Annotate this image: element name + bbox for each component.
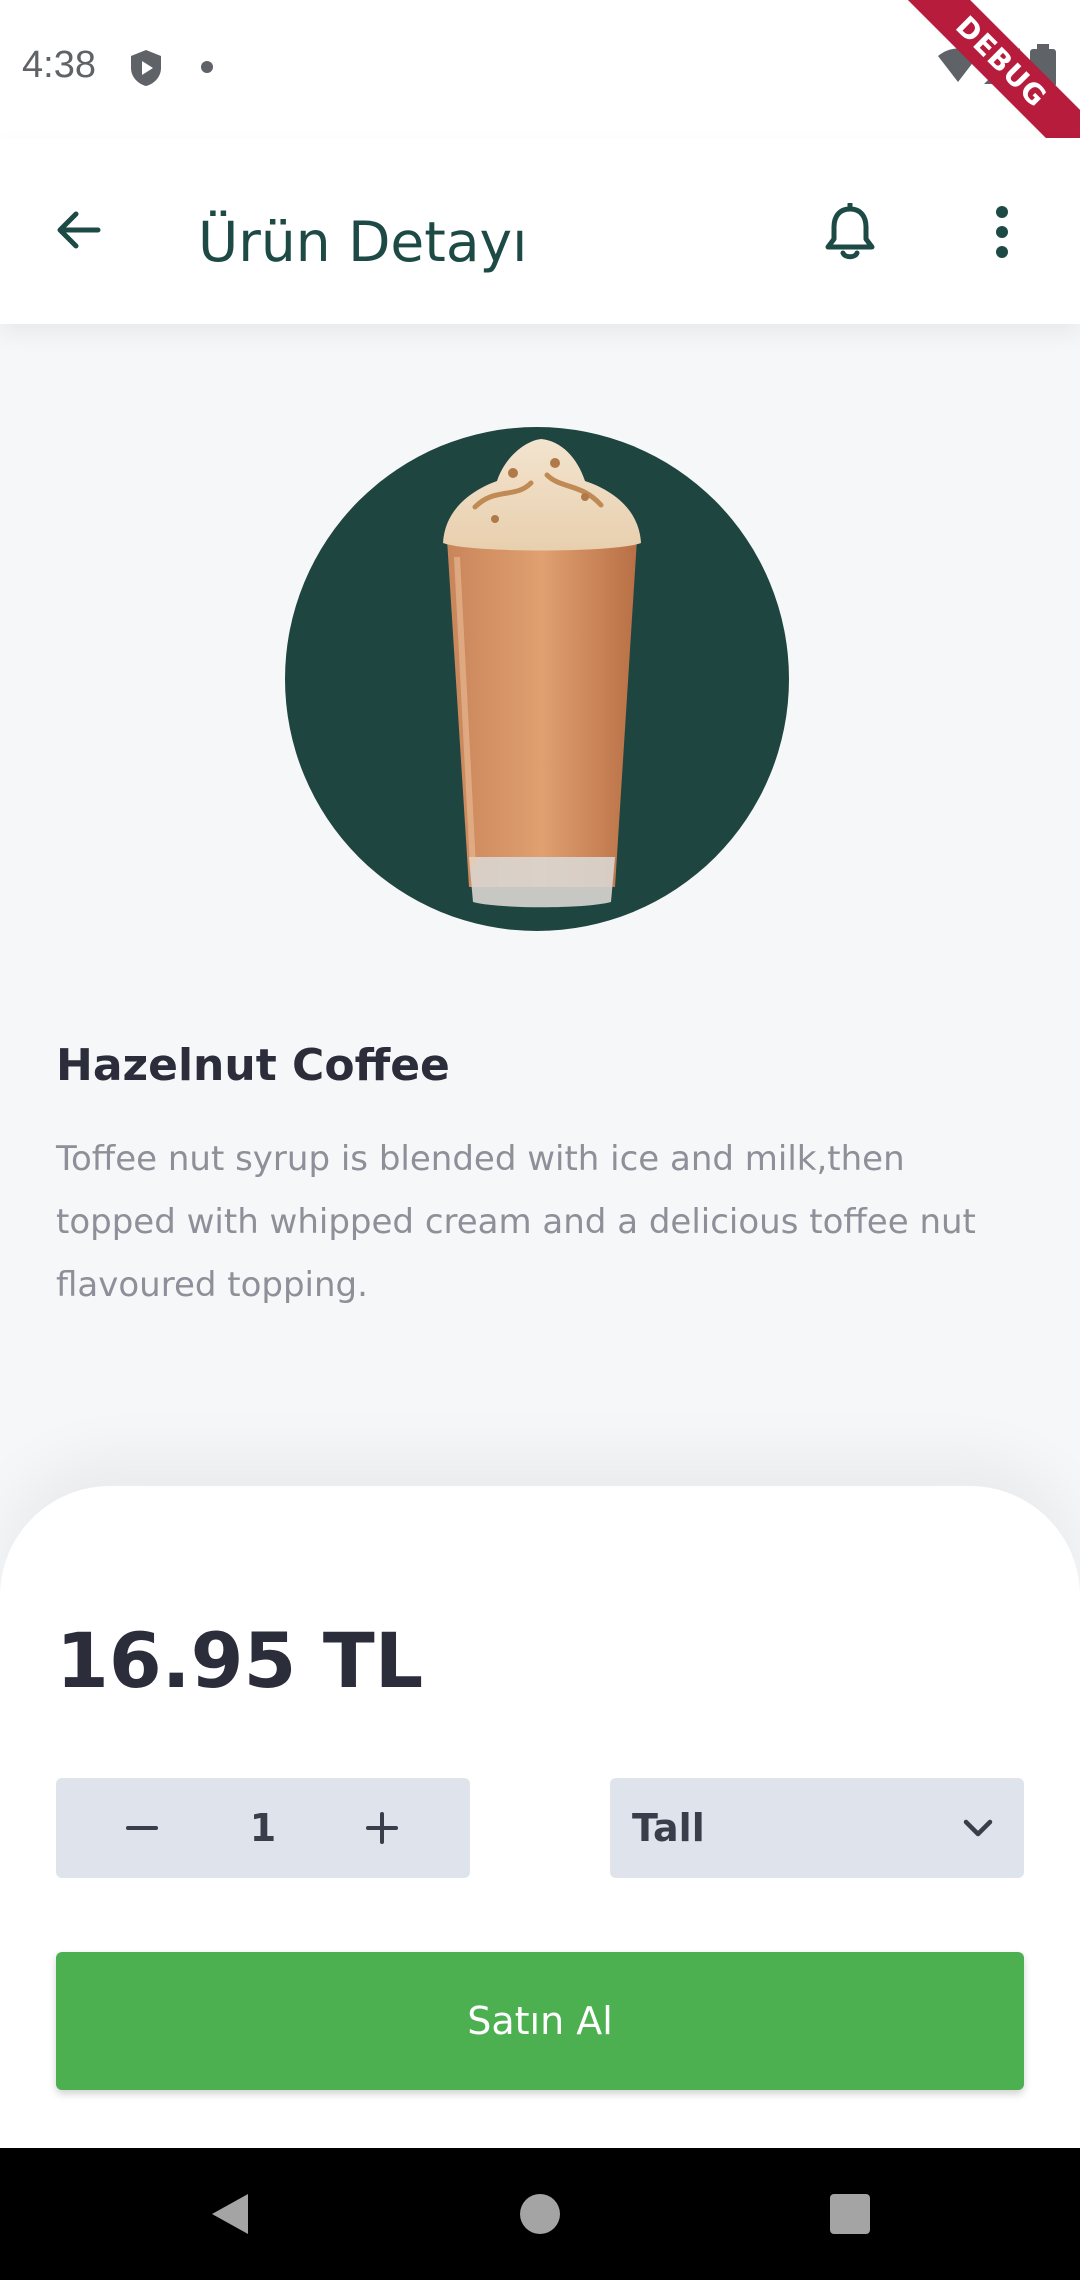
status-time: 4:38 [22,44,96,86]
nav-recents-button[interactable] [810,2174,890,2254]
product-image [285,427,789,931]
product-description: Toffee nut syrup is blended with ice and… [56,1139,976,1305]
back-button[interactable] [40,192,116,268]
plus-icon [366,1812,398,1844]
minus-icon [126,1826,158,1830]
decrease-quantity-button[interactable] [92,1778,192,1878]
order-panel: 16.95 TL 1 Tall Satın Al [0,1486,1080,2148]
nav-back-button[interactable] [190,2174,270,2254]
product-price: 16.95 TL [56,1616,424,1705]
more-options-button[interactable] [966,192,1038,272]
chevron-down-icon [963,1819,993,1837]
dot-icon [200,60,214,79]
bell-icon [825,203,875,260]
nav-home-button[interactable] [500,2174,580,2254]
quantity-stepper: 1 [56,1778,470,1878]
arrow-left-icon [57,211,101,249]
iced-coffee-illustration [443,439,641,908]
increase-quantity-button[interactable] [332,1778,432,1878]
notifications-button[interactable] [810,192,890,272]
size-selected-value: Tall [632,1806,705,1850]
system-nav-bar [0,2148,1080,2280]
app-bar: Ürün Detayı [0,138,1080,324]
shield-icon [128,48,164,93]
product-name: Hazelnut Coffee [56,1040,450,1091]
size-dropdown[interactable]: Tall [610,1778,1024,1878]
buy-button[interactable]: Satın Al [56,1952,1024,2090]
quantity-value: 1 [249,1806,277,1850]
home-circle-icon [520,2194,560,2234]
page-title: Ürün Detayı [198,210,528,274]
status-bar: 4:38 [0,0,1080,138]
more-vert-icon [996,206,1008,258]
back-triangle-icon [212,2194,248,2234]
recents-square-icon [830,2194,870,2234]
